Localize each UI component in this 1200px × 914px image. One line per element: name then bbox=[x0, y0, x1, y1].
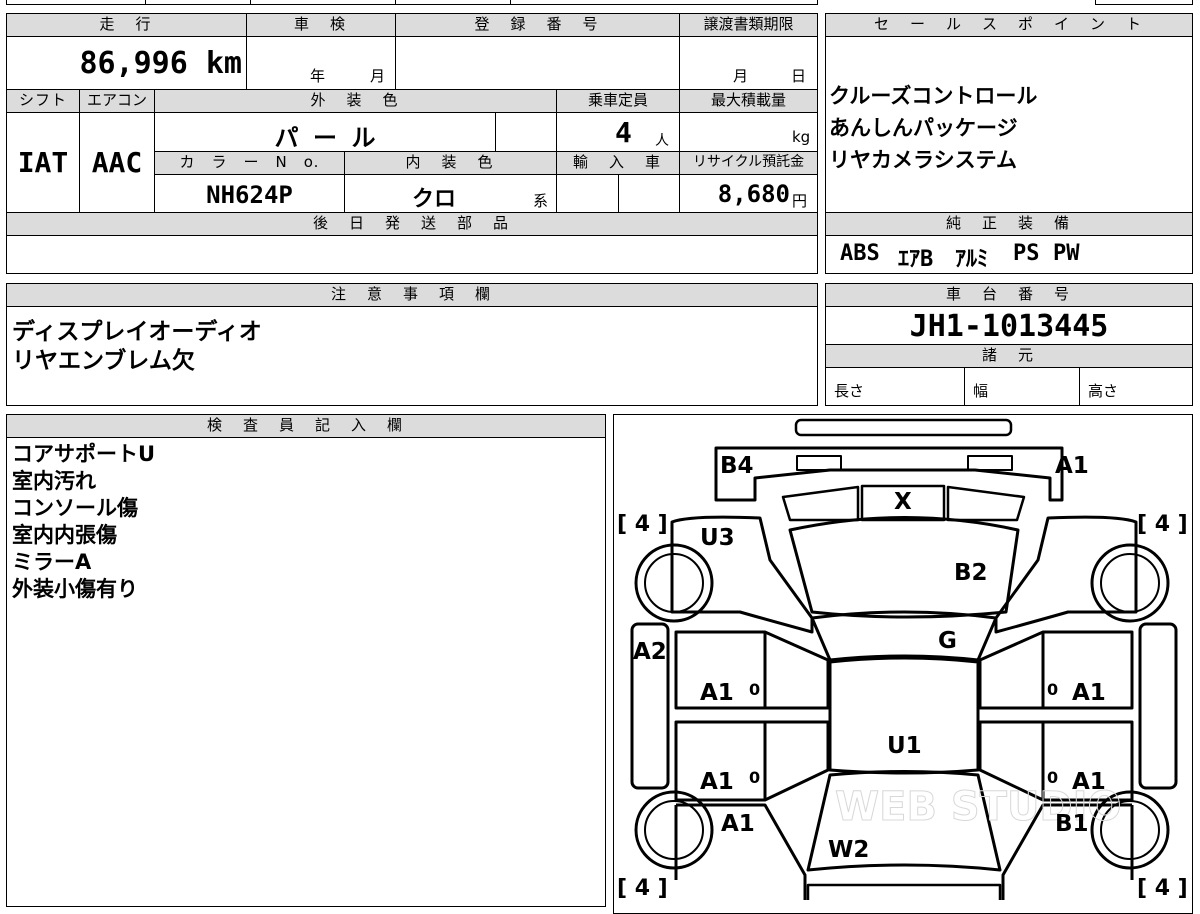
code-front-right: B1 bbox=[1055, 811, 1089, 837]
code-roof-front: G bbox=[938, 628, 957, 654]
tire-rl bbox=[634, 543, 714, 623]
roof-front-panel bbox=[810, 610, 998, 662]
code-windshield: W2 bbox=[828, 837, 869, 863]
rear-window-left bbox=[781, 485, 860, 522]
door-left-rear bbox=[674, 720, 830, 802]
mark-small: 0 bbox=[749, 680, 760, 699]
tire-mark: [ 4 ] bbox=[617, 512, 668, 537]
rear-window-right bbox=[946, 485, 1026, 522]
code-door-rr: A1 bbox=[1072, 769, 1106, 795]
code-rear-right: A1 bbox=[1055, 453, 1089, 479]
mark-small: 0 bbox=[1047, 768, 1058, 787]
lamp-right bbox=[967, 455, 1013, 471]
skirt-right bbox=[1138, 622, 1178, 790]
code-door-lr: A1 bbox=[700, 769, 734, 795]
tire-mark: [ 4 ] bbox=[1137, 876, 1188, 900]
tire-fl bbox=[634, 790, 714, 870]
tire-mark: [ 4 ] bbox=[617, 876, 668, 900]
spoiler-outline bbox=[794, 418, 1013, 437]
code-front-left: A1 bbox=[721, 811, 755, 837]
tire-rl-inner bbox=[644, 553, 704, 613]
code-left-upper: U3 bbox=[700, 525, 735, 551]
car-diagram: WEB STUDIO B4 A1 X U3 B2 G A2 A1 A1 U1 A… bbox=[617, 418, 1188, 900]
mark-small: 0 bbox=[1047, 680, 1058, 699]
code-door-lf: A1 bbox=[700, 680, 734, 706]
hood-edge bbox=[806, 883, 1002, 900]
tire-fl-inner bbox=[644, 800, 704, 860]
code-rear-left: B4 bbox=[720, 453, 754, 479]
code-left-side: A2 bbox=[633, 639, 667, 665]
mark-small: 0 bbox=[749, 768, 760, 787]
lamp-left bbox=[796, 455, 842, 471]
code-roof: U1 bbox=[887, 733, 922, 759]
code-door-rf: A1 bbox=[1072, 680, 1106, 706]
code-rear-center: X bbox=[894, 489, 912, 515]
tire-rr bbox=[1090, 543, 1170, 623]
code-hatch: B2 bbox=[954, 560, 988, 586]
tire-mark: [ 4 ] bbox=[1137, 512, 1188, 537]
tire-rr-inner bbox=[1100, 553, 1160, 613]
